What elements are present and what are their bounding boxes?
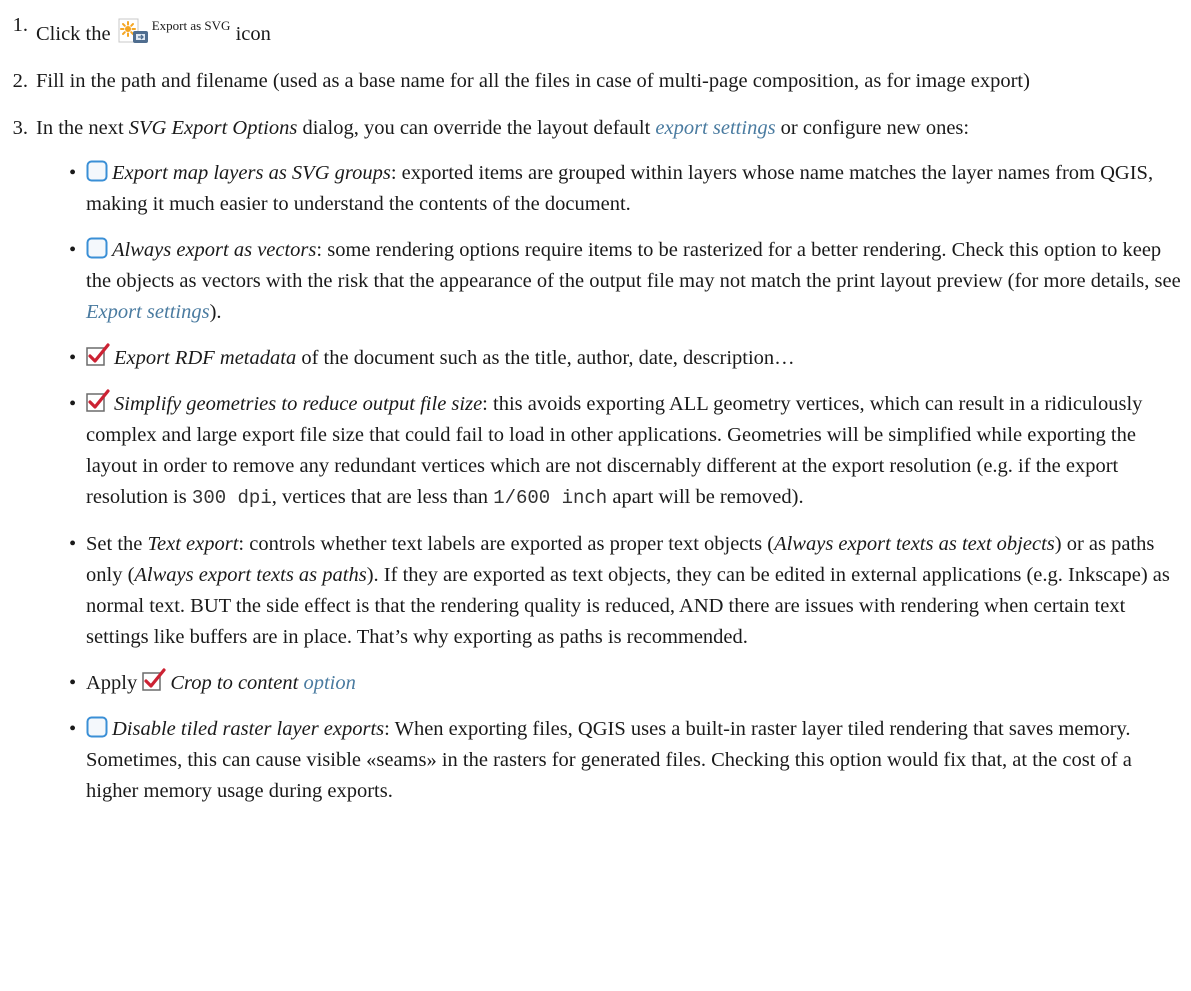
step-number: 1. bbox=[12, 14, 28, 36]
step-text: Fill in the path and filename (used as a… bbox=[36, 70, 1030, 92]
export-settings-link-2[interactable]: Export settings bbox=[86, 301, 210, 323]
checkbox-checked-icon bbox=[142, 668, 166, 692]
option-title: Always export as vectors bbox=[112, 239, 317, 261]
option-title: Export map layers as SVG groups bbox=[112, 162, 391, 184]
dialog-name: SVG Export Options bbox=[128, 117, 298, 139]
steps-list: 1. Click the Export as SVG icon 2. Fill … bbox=[4, 10, 1181, 807]
text-paths-choice: Always export texts as paths bbox=[134, 564, 367, 586]
option-text-3: apart will be removed). bbox=[612, 486, 804, 508]
checkbox-unchecked-icon bbox=[86, 716, 108, 738]
option-title: Crop to content bbox=[170, 672, 299, 694]
option-prefix: Apply bbox=[86, 672, 138, 694]
step-text-end: icon bbox=[235, 23, 271, 45]
checkbox-checked-icon bbox=[86, 343, 110, 367]
step-1: 1. Click the Export as SVG icon bbox=[4, 10, 1181, 50]
option-text-2: , vertices that are less than bbox=[271, 486, 489, 508]
step-text-end: or configure new ones: bbox=[780, 117, 970, 139]
export-svg-label: Export as SVG bbox=[151, 18, 231, 33]
options-list: Export map layers as SVG groups: exporte… bbox=[36, 158, 1181, 807]
option-prefix: Set the bbox=[86, 533, 143, 555]
option-text: : controls whether text labels are expor… bbox=[238, 533, 775, 555]
option-crop: Apply Crop to content option bbox=[69, 668, 1181, 699]
option-text: of the document such as the title, autho… bbox=[301, 347, 795, 369]
option-text-export: Set the Text export: controls whether te… bbox=[69, 529, 1181, 653]
code-inch: 1/600 inch bbox=[493, 487, 608, 509]
option-title: Disable tiled raster layer exports bbox=[112, 718, 385, 740]
option-svg-groups: Export map layers as SVG groups: exporte… bbox=[69, 158, 1181, 220]
checkbox-unchecked-icon bbox=[86, 160, 108, 182]
option-title: Text export bbox=[147, 533, 239, 555]
export-svg-icon bbox=[116, 18, 149, 44]
option-title: Simplify geometries to reduce output fil… bbox=[114, 393, 483, 415]
crop-option-link[interactable]: option bbox=[303, 672, 355, 694]
step-3: 3. In the next SVG Export Options dialog… bbox=[4, 113, 1181, 807]
code-dpi: 300 dpi bbox=[191, 487, 272, 509]
step-text-middle: dialog, you can override the layout defa… bbox=[302, 117, 651, 139]
checkbox-unchecked-icon bbox=[86, 237, 108, 259]
checkbox-checked-icon bbox=[86, 389, 110, 413]
document-page: 1. Click the Export as SVG icon 2. Fill … bbox=[0, 0, 1191, 807]
step-number: 3. bbox=[12, 117, 28, 139]
option-title: Export RDF metadata bbox=[114, 347, 297, 369]
step-text: Click the bbox=[36, 23, 111, 45]
option-text-end: ). bbox=[209, 301, 222, 323]
step-number: 2. bbox=[12, 70, 28, 92]
option-rdf: Export RDF metadata of the document such… bbox=[69, 343, 1181, 374]
text-objects-choice: Always export texts as text objects bbox=[774, 533, 1055, 555]
option-vectors: Always export as vectors: some rendering… bbox=[69, 235, 1181, 328]
export-settings-link[interactable]: export settings bbox=[655, 117, 775, 139]
step-text: In the next bbox=[36, 117, 124, 139]
option-simplify: Simplify geometries to reduce output fil… bbox=[69, 389, 1181, 514]
step-2: 2. Fill in the path and filename (used a… bbox=[4, 66, 1181, 97]
option-tiled: Disable tiled raster layer exports: When… bbox=[69, 714, 1181, 807]
